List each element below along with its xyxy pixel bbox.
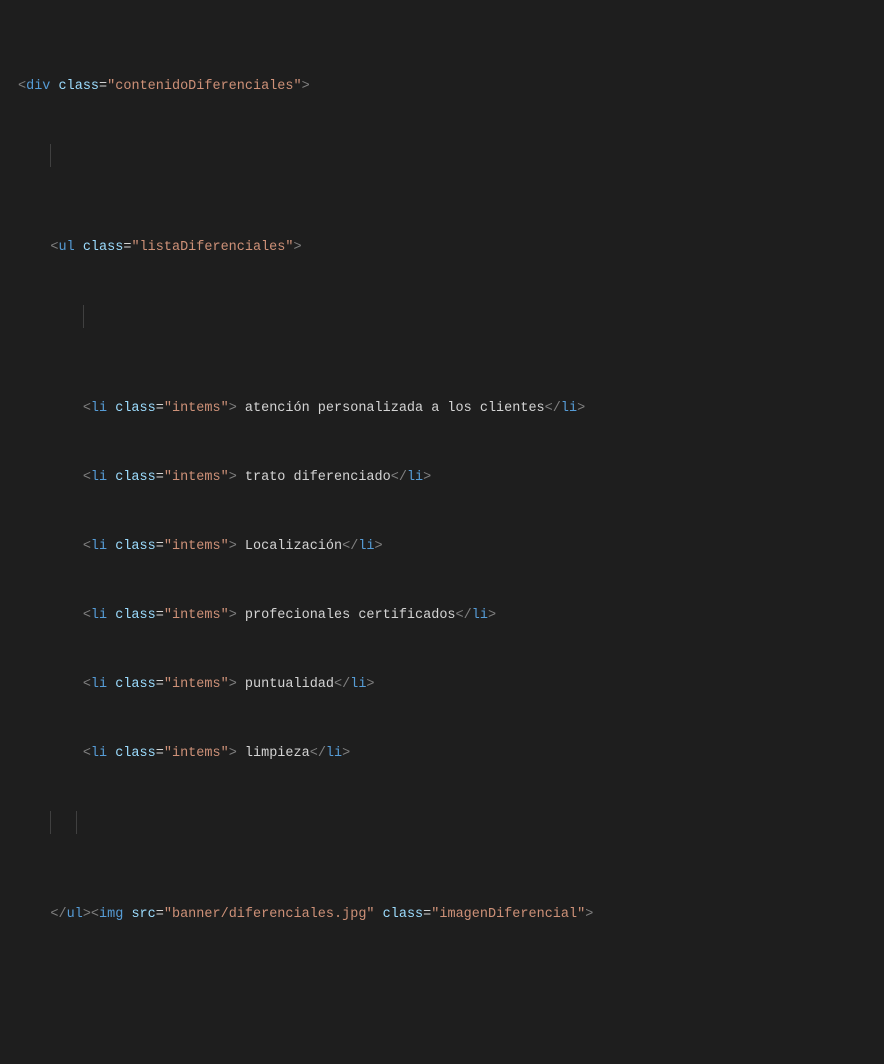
- code-line[interactable]: <li class="intems"> profecionales certif…: [0, 604, 884, 627]
- code-line[interactable]: <li class="intems"> Localización</li>: [0, 535, 884, 558]
- code-line[interactable]: <li class="intems"> puntualidad</li>: [0, 673, 884, 696]
- code-line[interactable]: <div class="contenidoDiferenciales">: [0, 75, 884, 98]
- code-line[interactable]: </ul><img src="banner/diferenciales.jpg"…: [0, 903, 884, 926]
- code-line[interactable]: [0, 972, 884, 995]
- code-line[interactable]: [0, 811, 884, 834]
- code-line[interactable]: [0, 305, 884, 328]
- status-bar: [876, 518, 884, 532]
- code-line[interactable]: <ul class="listaDiferenciales">: [0, 236, 884, 259]
- code-editor[interactable]: <div class="contenidoDiferenciales"> <ul…: [0, 0, 884, 1064]
- code-line[interactable]: <li class="intems"> atención personaliza…: [0, 397, 884, 420]
- code-line[interactable]: <li class="intems"> trato diferenciado</…: [0, 466, 884, 489]
- code-line[interactable]: [0, 144, 884, 167]
- code-line[interactable]: <li class="intems"> limpieza</li>: [0, 742, 884, 765]
